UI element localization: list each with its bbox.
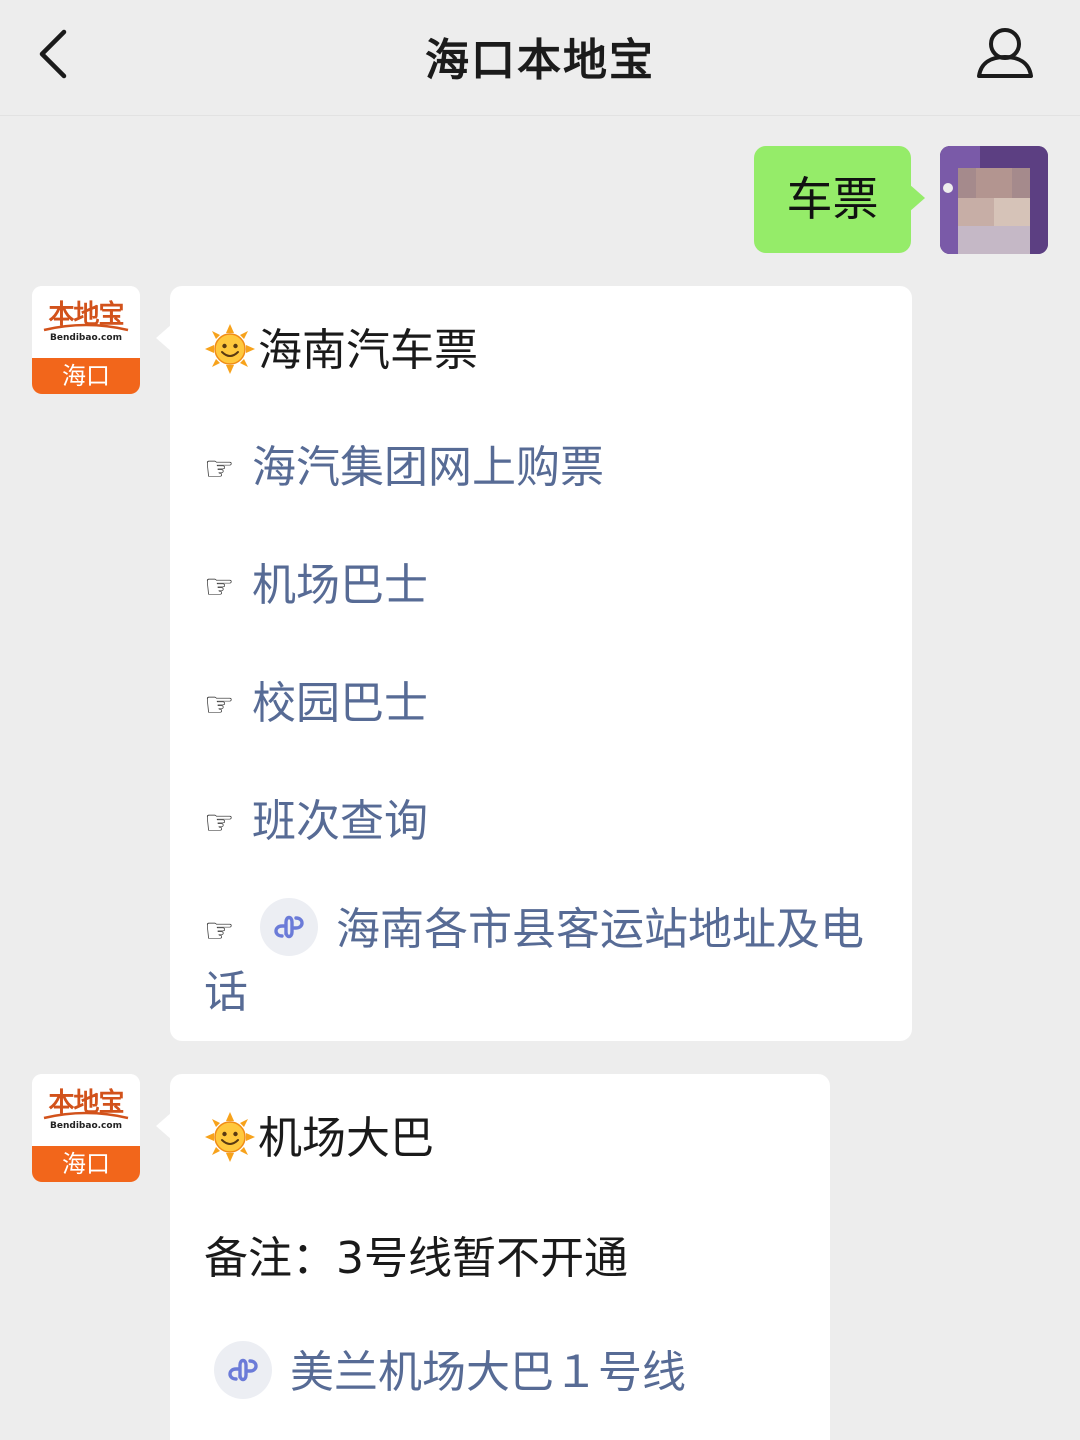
pointing-hand-icon: ☞ — [204, 911, 235, 951]
message-title-row: 机场大巴 — [204, 1102, 434, 1166]
bot-avatar[interactable]: 本地宝 Bendibao.com 海口 — [32, 286, 140, 394]
message-title-row: 海南汽车票 — [204, 314, 478, 378]
link-item[interactable]: 美兰机场大巴１号线 — [214, 1336, 686, 1400]
link-label[interactable]: 美兰机场大巴１号线 — [290, 1347, 686, 1398]
sun-emoji-icon — [205, 324, 255, 374]
pointing-hand-icon: ☞ — [204, 449, 235, 489]
link-item[interactable]: ☞ 班次查询 — [204, 785, 428, 849]
bot-message-bubble[interactable]: 海南汽车票 ☞ 海汽集团网上购票 ☞ 机场巴士 ☞ 校园巴士 ☞ 班次查询 ☞ 海南各市… — [156, 286, 912, 1041]
link-label[interactable]: 机场巴士 — [252, 560, 428, 611]
message-title: 海南汽车票 — [258, 325, 478, 376]
bot-avatar[interactable]: 本地宝 Bendibao.com 海口 — [32, 1074, 140, 1182]
logo-url: Bendibao.com — [50, 1121, 122, 1131]
link-label[interactable]: 海汽集团网上购票 — [252, 442, 604, 493]
link-label[interactable]: 校园巴士 — [252, 678, 428, 729]
chat-area[interactable]: 车票 本地宝 Bendibao.com 海口 海南汽车票 ☞ 海汽集团网上购票 … — [0, 116, 1080, 1440]
pointing-hand-icon: ☞ — [204, 567, 235, 607]
bot-message-bubble[interactable]: 机场大巴 备注：3号线暂不开通 美兰机场大巴１号线 — [156, 1074, 830, 1440]
nav-header: 海口本地宝 — [0, 0, 1080, 116]
mini-program-icon — [260, 898, 318, 956]
person-icon — [977, 28, 1033, 78]
link-item[interactable]: ☞ 校园巴士 — [204, 667, 428, 731]
note-text: 备注：3号线暂不开通 — [204, 1233, 628, 1284]
avatar-image — [940, 146, 1048, 254]
my-avatar[interactable] — [940, 146, 1048, 254]
page-title: 海口本地宝 — [425, 35, 655, 86]
profile-button[interactable] — [968, 24, 1038, 84]
link-item[interactable]: ☞ 机场巴士 — [204, 549, 428, 613]
pointing-hand-icon: ☞ — [204, 803, 235, 843]
my-message-bubble[interactable]: 车票 — [754, 146, 925, 253]
sun-emoji-icon — [205, 1112, 255, 1162]
link-label[interactable]: 班次查询 — [252, 796, 428, 847]
pointing-hand-icon: ☞ — [204, 685, 235, 725]
message-title: 机场大巴 — [258, 1113, 434, 1164]
link-item[interactable]: ☞ 海南各市县客运站地址及电话 — [204, 898, 884, 1024]
logo-city: 海口 — [32, 1146, 140, 1182]
mini-program-icon — [214, 1341, 272, 1399]
link-item[interactable]: ☞ 海汽集团网上购票 — [204, 431, 604, 495]
logo-city: 海口 — [32, 358, 140, 394]
my-message-text: 车票 — [786, 172, 879, 226]
logo-url: Bendibao.com — [50, 333, 122, 343]
